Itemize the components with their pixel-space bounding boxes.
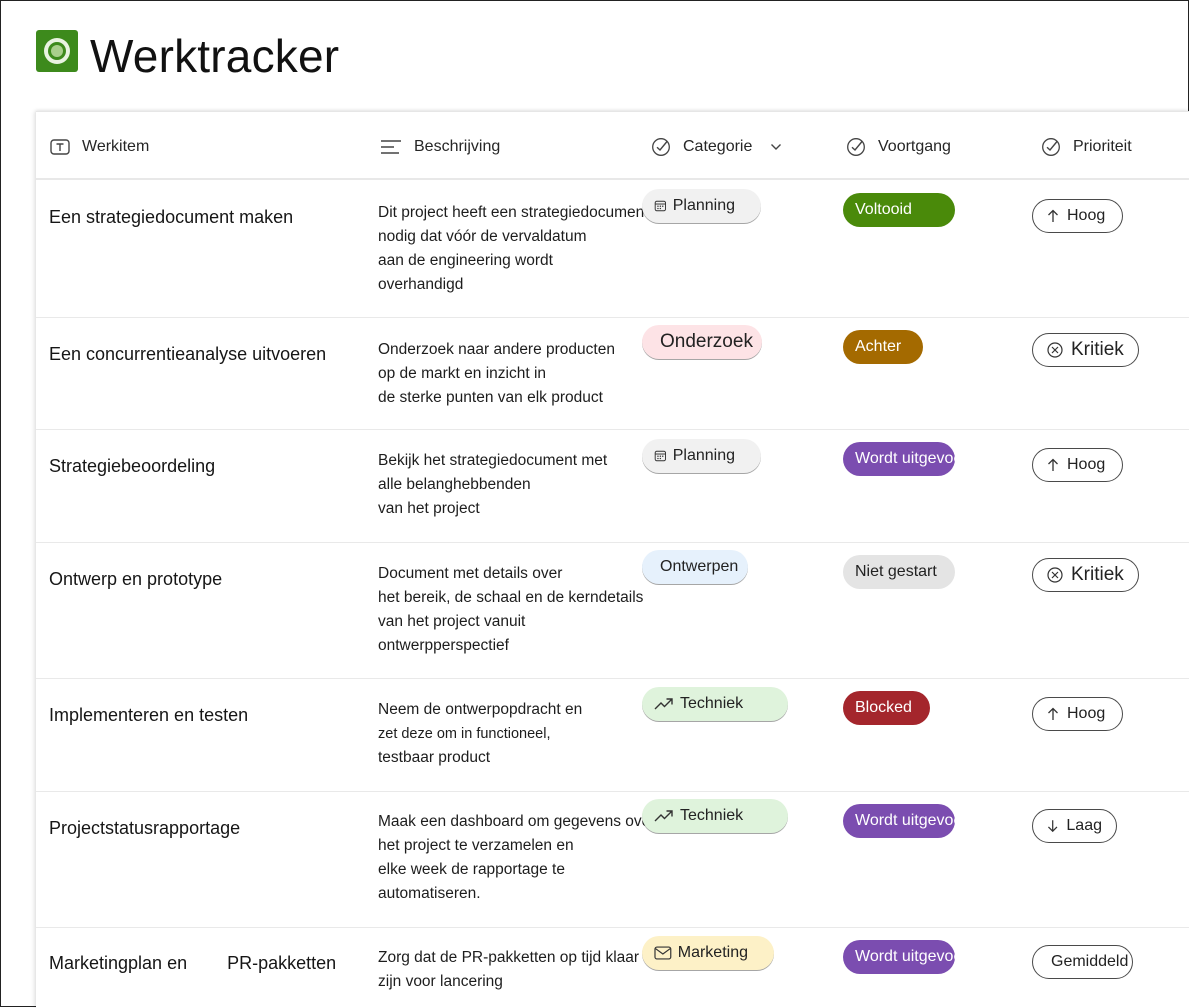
work-item-description: Maak een dashboard om gegevens over het p… — [378, 813, 656, 902]
work-item-title: Strategiebeoordeling — [49, 456, 216, 476]
category-label: Planning — [672, 447, 735, 464]
arrow-up-icon — [1048, 458, 1058, 471]
work-item-description: Neem de ontwerpopdracht en zet deze om in… — [378, 701, 583, 766]
column-header-werkitem[interactable]: Werkitem — [50, 136, 149, 158]
priority-pill[interactable]: Hoog — [1032, 448, 1123, 482]
progress-pill[interactable]: Niet gestart — [843, 555, 955, 589]
progress-label: Voltooid — [855, 201, 912, 218]
column-label: Werkitem — [82, 138, 150, 155]
category-pill[interactable]: Techniek — [642, 687, 788, 721]
category-label: Techniek — [680, 695, 744, 712]
table-row[interactable]: Strategiebeoordeling Bekijk het strategi… — [36, 429, 1189, 543]
calendar-icon — [654, 450, 667, 462]
category-label: Techniek — [680, 807, 744, 824]
check-circle-icon — [1042, 138, 1060, 156]
table-row[interactable]: Projectstatusrapportage Maak een dashboa… — [36, 791, 1189, 928]
app-logo-icon — [36, 30, 78, 72]
page-title: Werktracker — [90, 30, 340, 82]
lines-icon — [381, 140, 401, 154]
progress-label: Wordt uitgevoerd — [855, 948, 955, 965]
priority-pill[interactable]: Kritiek — [1032, 558, 1139, 592]
column-label: Categorie — [683, 138, 753, 155]
category-pill[interactable]: Onderzoek — [642, 325, 762, 359]
progress-pill[interactable]: Wordt uitgevoerd — [843, 804, 955, 838]
progress-pill[interactable]: Wordt uitgevoerd — [843, 442, 955, 476]
table-row[interactable]: Een strategiedocument maken Dit project … — [36, 180, 1189, 318]
progress-pill[interactable]: Achter — [843, 330, 923, 364]
category-label: Ontwerpen — [660, 558, 739, 575]
work-item-title: Ontwerp en prototype — [49, 569, 223, 589]
work-item-title: Een strategiedocument maken — [49, 207, 294, 227]
priority-label: Laag — [1066, 817, 1102, 834]
category-pill[interactable]: Planning — [642, 439, 761, 473]
priority-label: Kritiek — [1071, 564, 1124, 585]
progress-pill[interactable]: Wordt uitgevoerd — [843, 940, 955, 974]
calendar-icon — [654, 200, 667, 212]
work-item-title: Marketingplan en PR-pakketten — [49, 953, 337, 973]
progress-label: Wordt uitgevoerd — [855, 812, 955, 829]
table-row[interactable]: Ontwerp en prototype Document met detail… — [36, 542, 1189, 679]
priority-label: Hoog — [1067, 456, 1106, 473]
column-header-beschrijving[interactable]: Beschrijving — [380, 136, 500, 158]
category-pill[interactable]: Ontwerpen — [642, 550, 748, 584]
table-row[interactable]: Implementeren en testen Neem de ontwerpo… — [36, 678, 1189, 792]
mail-icon — [654, 946, 672, 960]
check-circle-icon — [652, 138, 670, 156]
progress-pill[interactable]: Blocked — [843, 691, 930, 725]
column-header-prioriteit[interactable]: Prioriteit — [1041, 136, 1132, 158]
priority-label: Gemiddeld — [1051, 953, 1129, 970]
work-item-title: Projectstatusrapportage — [49, 818, 241, 838]
tracker-table: Werkitem Beschrijving Categorie Voortgan… — [36, 111, 1189, 1008]
progress-label: Achter — [855, 338, 902, 355]
progress-label: Niet gestart — [855, 563, 937, 580]
work-item-title: Een concurrentieanalyse uitvoeren — [49, 344, 327, 364]
column-label: Beschrijving — [414, 138, 501, 155]
category-pill[interactable]: Marketing — [642, 936, 774, 970]
category-label: Planning — [672, 197, 735, 214]
chevron-down-icon[interactable] — [770, 143, 782, 151]
progress-label: Blocked — [855, 699, 912, 716]
trend-up-icon — [654, 698, 673, 710]
work-item-title: Implementeren en testen — [49, 705, 249, 725]
work-item-description: Bekijk het strategiedocument met alle bel… — [378, 452, 608, 517]
work-item-description: Dit project heeft een strategiedocument n… — [378, 204, 649, 293]
trend-up-icon — [654, 810, 673, 822]
priority-pill[interactable]: Kritiek — [1032, 333, 1139, 367]
column-header-categorie[interactable]: Categorie — [651, 136, 782, 158]
priority-pill[interactable]: Gemiddeld — [1032, 945, 1133, 979]
arrow-down-icon — [1047, 820, 1058, 833]
arrow-up-icon — [1048, 209, 1058, 222]
category-pill[interactable]: Techniek — [642, 799, 788, 833]
text-field-icon — [50, 139, 70, 155]
work-item-description: Document met details over het bereik, de … — [378, 565, 644, 654]
column-label: Prioriteit — [1073, 138, 1132, 155]
category-label: Marketing — [677, 944, 748, 961]
priority-pill[interactable]: Hoog — [1032, 697, 1123, 731]
table-header: Werkitem Beschrijving Categorie Voortgan… — [36, 112, 1189, 180]
priority-label: Hoog — [1067, 207, 1106, 224]
table-row[interactable]: Een concurrentieanalyse uitvoeren Onderz… — [36, 317, 1189, 430]
circle-x-icon — [1047, 342, 1063, 358]
priority-label: Hoog — [1067, 705, 1106, 722]
check-circle-icon — [847, 138, 865, 156]
priority-pill[interactable]: Hoog — [1032, 199, 1123, 233]
progress-label: Wordt uitgevoerd — [855, 450, 955, 467]
circle-x-icon — [1047, 567, 1063, 583]
arrow-up-icon — [1048, 707, 1058, 720]
table-row[interactable]: Marketingplan en PR-pakketten Zorg dat d… — [36, 927, 1189, 1008]
column-header-voortgang[interactable]: Voortgang — [846, 136, 951, 158]
category-pill[interactable]: Planning — [642, 189, 761, 223]
work-item-description: Zorg dat de PR-pakketten op tijd klaar zi… — [378, 949, 640, 990]
work-item-description: Onderzoek naar andere producten op de mar… — [378, 341, 615, 406]
priority-label: Kritiek — [1071, 339, 1124, 360]
category-label: Onderzoek — [660, 331, 753, 352]
progress-pill[interactable]: Voltooid — [843, 193, 955, 227]
column-label: Voortgang — [878, 138, 951, 155]
priority-pill[interactable]: Laag — [1032, 809, 1117, 843]
